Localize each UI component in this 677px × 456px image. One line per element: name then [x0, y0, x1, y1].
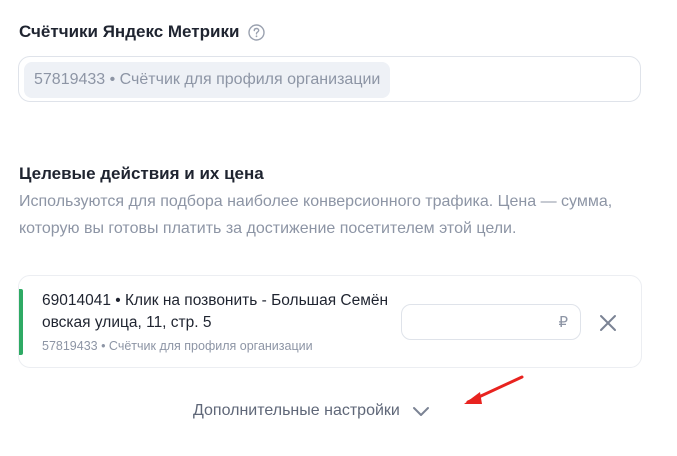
counters-title-text: Счётчики Яндекс Метрики [19, 22, 240, 41]
selected-counter-chip[interactable]: 57819433 • Счётчик для профиля организац… [24, 62, 391, 98]
annotation-arrow-icon [464, 375, 524, 404]
goal-name-line-2: овская улица, 11, стр. 5 [42, 314, 212, 331]
selected-counter-label: 57819433 • Счётчик для профиля организац… [34, 71, 381, 88]
goal-card: 69014041 • Клик на позвонить - Большая С… [18, 275, 642, 368]
goal-name: 69014041 • Клик на позвонить - Большая С… [42, 290, 402, 334]
goals-section-description: Используются для подбора наиболее конвер… [19, 193, 613, 237]
chevron-down-icon [412, 402, 430, 420]
close-icon [600, 315, 616, 331]
goal-accent-bar [19, 289, 23, 355]
more-settings-label: Дополнительные настройки [193, 402, 400, 419]
goal-price-input[interactable]: ₽ [401, 304, 581, 340]
more-settings-toggle[interactable]: Дополнительные настройки [193, 402, 430, 420]
currency-label: ₽ [558, 314, 568, 331]
remove-goal-button[interactable] [597, 312, 619, 334]
question-circle-icon[interactable] [248, 23, 266, 41]
goal-counter-label: 57819433 • Счётчик для профиля организац… [42, 339, 313, 353]
counters-section-title: Счётчики Яндекс Метрики [19, 22, 266, 42]
goals-section-title: Целевые действия и их цена [19, 164, 264, 183]
goal-name-line-1: 69014041 • Клик на позвонить - Большая С… [42, 292, 389, 309]
counters-select-field[interactable]: 57819433 • Счётчик для профиля организац… [18, 56, 641, 102]
